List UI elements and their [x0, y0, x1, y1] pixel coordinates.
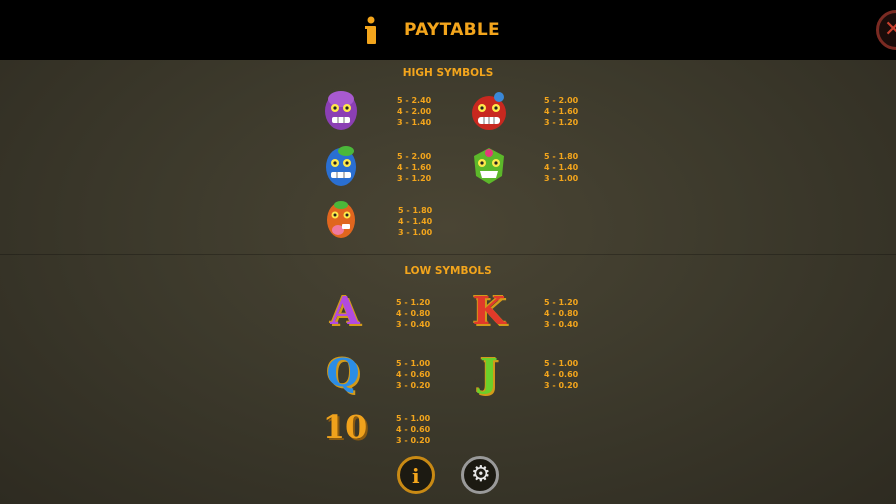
letter-k-icon: K	[472, 288, 506, 333]
close-button[interactable]: ✕	[876, 10, 896, 50]
page-title: PAYTABLE	[404, 20, 500, 40]
blue-mask-icon	[326, 146, 356, 186]
purple-mask-icon	[325, 91, 357, 130]
letter-q-icon: Q	[326, 350, 360, 395]
letter-j-icon: J	[480, 350, 498, 395]
green-mask-icon	[474, 148, 504, 184]
paytable-values: 5 - 1.80 4 - 1.40 3 - 1.00	[544, 152, 579, 183]
low-symbols-title: LOW SYMBOLS	[404, 265, 492, 277]
paytable-values: 5 - 1.00 4 - 0.60 3 - 0.20	[544, 359, 579, 390]
number-10-icon: 10	[322, 408, 368, 446]
paytable-values: 5 - 1.00 4 - 0.60 3 - 0.20	[396, 414, 431, 445]
paytable-values: 5 - 1.20 4 - 0.80 3 - 0.40	[396, 298, 431, 329]
paytable-values: 5 - 1.80 4 - 1.40 3 - 1.00	[398, 206, 433, 237]
close-icon: ✕	[884, 17, 896, 42]
paytable-values: 5 - 1.00 4 - 0.60 3 - 0.20	[396, 359, 431, 390]
orange-mask-icon	[327, 201, 355, 238]
top-bar: PAYTABLE ✕	[0, 0, 896, 60]
paytable-values: 5 - 2.40 4 - 2.00 3 - 1.40	[397, 96, 432, 127]
letter-a-icon: A	[330, 288, 360, 333]
info-icon: i	[412, 464, 420, 488]
paytable-values: 5 - 2.00 4 - 1.60 3 - 1.20	[397, 152, 432, 183]
info-icon	[365, 16, 376, 44]
high-symbols-title: HIGH SYMBOLS	[402, 67, 494, 79]
settings-button[interactable]: ⚙	[461, 456, 499, 494]
section-divider	[0, 254, 896, 255]
gear-icon: ⚙	[471, 462, 491, 487]
paytable-values: 5 - 1.20 4 - 0.80 3 - 0.40	[544, 298, 579, 329]
info-button[interactable]: i	[397, 456, 435, 494]
red-mask-icon	[472, 92, 506, 130]
paytable-values: 5 - 2.00 4 - 1.60 3 - 1.20	[544, 96, 579, 127]
